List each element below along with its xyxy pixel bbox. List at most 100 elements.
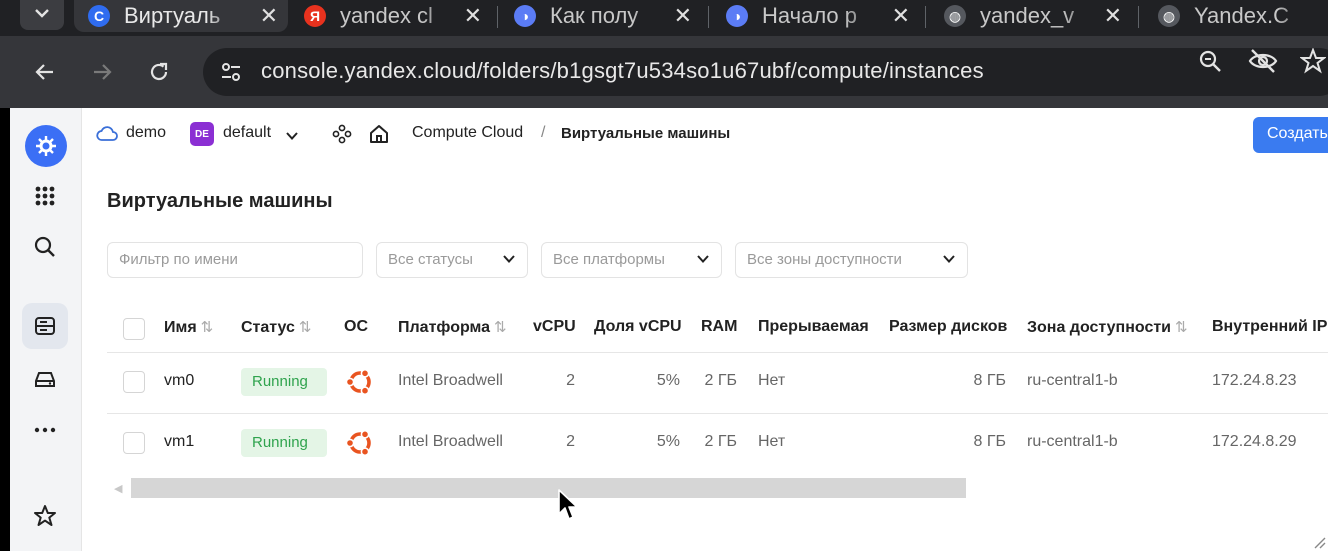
tab-title: Виртуаль	[124, 3, 221, 28]
name-filter-input[interactable]: Фильтр по имени	[107, 242, 363, 278]
column-header-name[interactable]: Имя ⇅	[164, 318, 213, 337]
compute-instances-nav-item[interactable]	[22, 303, 68, 349]
page-header: demo DE default Compute Cloud / Виртуаль…	[82, 108, 1328, 160]
console-page: demo DE default Compute Cloud / Виртуаль…	[10, 108, 1328, 551]
forward-button[interactable]	[84, 54, 120, 90]
globe-icon: ◍	[1158, 5, 1180, 27]
ram-cell: 2 ГБ	[704, 372, 737, 389]
alice-icon: ◑	[726, 5, 748, 27]
search-icon	[34, 236, 55, 257]
status-badge: Running	[241, 429, 327, 457]
browser-tab-0[interactable]: C Виртуаль ✕	[74, 0, 288, 32]
services-menu-button[interactable]	[22, 173, 68, 219]
column-header-preemptible: Прерываемая	[758, 318, 869, 335]
scroll-left-arrow-icon[interactable]: ◀	[114, 482, 122, 495]
browser-tab-3[interactable]: ◑ Начало р ✕	[714, 0, 920, 32]
sort-icon[interactable]: ⇅	[1175, 319, 1188, 336]
resize-handle-icon[interactable]	[1312, 535, 1326, 549]
close-icon[interactable]: ✕	[260, 3, 278, 29]
status-filter-select[interactable]: Все статусы	[376, 242, 528, 278]
breadcrumb-service[interactable]: Compute Cloud	[412, 124, 523, 142]
tab-divider	[708, 6, 709, 28]
browser-tab-4[interactable]: ◍ yandex_v ✕	[932, 0, 1132, 32]
close-icon[interactable]: ✕	[1104, 3, 1122, 29]
column-header-status[interactable]: Статус ⇅	[241, 318, 312, 337]
close-icon[interactable]: ✕	[892, 3, 910, 29]
back-button[interactable]	[27, 54, 63, 90]
server-icon	[35, 317, 55, 335]
column-header-zone[interactable]: Зона доступности ⇅	[1027, 318, 1188, 337]
alice-icon: ◑	[514, 5, 536, 27]
column-header-os: ОС	[344, 318, 368, 335]
vm-name-link[interactable]: vm1	[164, 433, 194, 451]
yandex-cloud-logo-icon[interactable]	[25, 125, 67, 167]
ubuntu-icon	[345, 429, 371, 457]
browser-toolbar: console.yandex.cloud/folders/b1gsgt7u534…	[0, 36, 1328, 108]
star-icon[interactable]	[1300, 48, 1326, 74]
services-graph-icon[interactable]	[332, 124, 352, 144]
column-header-platform[interactable]: Платформа ⇅	[398, 318, 507, 337]
internal-ip-cell: 172.24.8.29	[1212, 433, 1297, 450]
vcpu-share-cell: 5%	[656, 433, 680, 450]
zone-cell: ru-central1-b	[1027, 372, 1118, 389]
zone-filter-value: Все зоны доступности	[747, 251, 902, 268]
column-header-vcpu: vCPU	[533, 318, 576, 335]
sort-icon[interactable]: ⇅	[299, 319, 312, 336]
tab-search-button[interactable]	[20, 0, 64, 30]
tab-divider	[1138, 6, 1139, 28]
browser-tab-2[interactable]: ◑ Как полу ✕	[502, 0, 702, 32]
ubuntu-icon	[345, 368, 371, 396]
disks-nav-item[interactable]	[22, 356, 68, 402]
folder-selector[interactable]: default	[223, 124, 271, 142]
hard-drive-icon	[35, 372, 55, 387]
reload-button[interactable]	[141, 54, 177, 90]
close-icon[interactable]: ✕	[674, 3, 692, 29]
eye-off-icon[interactable]	[1248, 48, 1278, 74]
horizontal-scrollbar[interactable]	[131, 478, 966, 498]
table-row[interactable]: vm0 Running Intel Broadwell 2 5% 2 ГБ Не…	[107, 352, 1328, 413]
browser-tab-1[interactable]: Я yandex cl ✕	[292, 0, 492, 32]
row-checkbox[interactable]	[123, 432, 145, 454]
site-settings-icon[interactable]	[219, 60, 243, 84]
sort-icon[interactable]: ⇅	[494, 319, 507, 336]
vm-name-link[interactable]: vm0	[164, 372, 194, 390]
chevron-down-icon	[503, 255, 515, 263]
yandex-y-icon: Я	[304, 5, 326, 27]
platform-filter-select[interactable]: Все платформы	[541, 242, 722, 278]
star-icon	[34, 505, 56, 526]
sort-icon[interactable]: ⇅	[201, 319, 214, 336]
chevron-down-icon[interactable]	[284, 128, 300, 144]
table-row[interactable]: vm1 Running Intel Broadwell 2 5% 2 ГБ Не…	[107, 413, 1328, 474]
grid-icon	[35, 186, 55, 206]
browser-tab-5[interactable]: ◍ Yandex.C	[1146, 0, 1328, 32]
row-checkbox[interactable]	[123, 371, 145, 393]
column-header-ram: RAM	[701, 318, 738, 335]
reload-icon	[150, 62, 168, 81]
tab-title: yandex cl	[340, 3, 433, 28]
zoom-icon[interactable]	[1197, 48, 1223, 74]
column-header-disk-size: Размер дисков	[889, 318, 1008, 335]
create-button[interactable]: Создать	[1253, 117, 1328, 153]
preemptible-cell: Нет	[758, 372, 786, 389]
more-nav-button[interactable]	[22, 407, 68, 453]
search-button[interactable]	[22, 224, 68, 270]
favorites-nav-button[interactable]	[22, 493, 68, 539]
tab-divider	[925, 6, 926, 28]
arrow-left-icon	[35, 64, 53, 80]
cloud-selector[interactable]: demo	[126, 124, 166, 142]
url-text: console.yandex.cloud/folders/b1gsgt7u534…	[261, 58, 984, 83]
tab-title: Yandex.C	[1194, 3, 1289, 28]
zone-filter-select[interactable]: Все зоны доступности	[735, 242, 968, 278]
ram-cell: 2 ГБ	[704, 433, 737, 450]
cloud-gear-icon	[36, 136, 56, 156]
close-icon[interactable]: ✕	[464, 3, 482, 29]
ellipsis-icon	[34, 427, 56, 433]
home-icon[interactable]	[368, 123, 390, 145]
yandex-cloud-icon: C	[88, 5, 110, 27]
select-all-checkbox[interactable]	[123, 318, 145, 340]
preemptible-cell: Нет	[758, 433, 786, 450]
address-bar[interactable]: console.yandex.cloud/folders/b1gsgt7u534…	[203, 48, 1328, 96]
browser-tab-bar: C Виртуаль ✕ Я yandex cl ✕ ◑ Как полу ✕ …	[0, 0, 1328, 36]
cloud-icon[interactable]	[96, 125, 118, 141]
disk-size-cell: 8 ГБ	[973, 372, 1006, 389]
